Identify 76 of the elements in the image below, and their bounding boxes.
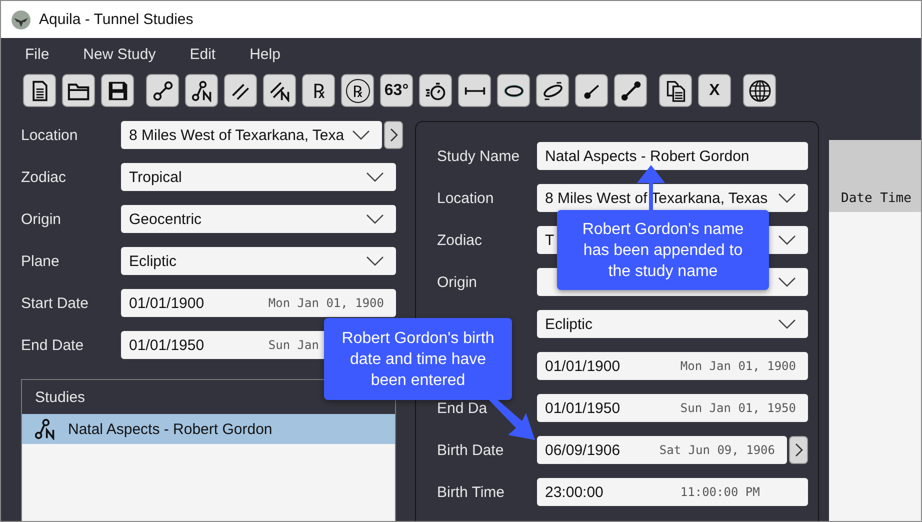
annotation-tooltip: Robert Gordon's name has been appended to the study name: [557, 210, 769, 290]
chevron-down-icon: [778, 277, 796, 287]
field-label: End Da: [437, 400, 488, 416]
eagle-icon: [11, 10, 31, 30]
field-label: Location: [437, 190, 495, 206]
menu-item[interactable]: New Study: [83, 46, 156, 72]
toolbar-button[interactable]: [575, 74, 608, 107]
input-field[interactable]: Natal Aspects - Robert Gordon: [537, 142, 808, 170]
toolbar-button[interactable]: [659, 74, 692, 107]
input-field[interactable]: 01/01/1950 Sun Jan 01, 1950: [537, 394, 808, 422]
dropdown[interactable]: Geocentric: [121, 205, 396, 233]
toolbar-button[interactable]: [62, 74, 95, 107]
link-n-icon: [34, 418, 56, 440]
study-item[interactable]: Natal Aspects - Robert Gordon: [22, 414, 395, 444]
input-field[interactable]: 01/01/1900 Mon Jan 01, 1900: [121, 289, 396, 317]
toolbar-button[interactable]: [419, 74, 452, 107]
field-label: Zodiac: [437, 232, 484, 248]
next-button[interactable]: [384, 121, 404, 149]
toolbar-button[interactable]: [23, 74, 56, 107]
toolbar-button[interactable]: [224, 74, 257, 107]
toolbar-button[interactable]: ℞: [302, 74, 335, 107]
link-n-icon: [190, 80, 212, 102]
chevron-down-icon: [366, 172, 384, 182]
annotation-tooltip: Robert Gordon's birth date and time have been entered: [324, 318, 512, 400]
chevron-down-icon: [778, 319, 796, 329]
toolbar-button[interactable]: ℞: [341, 74, 374, 107]
chevron-right-icon: [794, 443, 802, 457]
toolbar-button[interactable]: [614, 74, 647, 107]
window-title: Aquila - Tunnel Studies: [39, 11, 194, 28]
field-label: Plane: [21, 252, 60, 270]
chevron-down-icon: [366, 214, 384, 224]
field-label: End Date: [21, 336, 85, 354]
toolbar-button[interactable]: [458, 74, 491, 107]
toolbar-button[interactable]: 63°: [380, 74, 413, 107]
toolbar-button[interactable]: [146, 74, 179, 107]
field-label: Start Date: [21, 294, 90, 312]
dropdown[interactable]: Tropical: [121, 163, 396, 191]
field-label: Origin: [437, 274, 478, 290]
chevron-down-icon: [366, 256, 384, 266]
toolbar-button[interactable]: [101, 74, 134, 107]
dropdown[interactable]: Ecliptic: [121, 247, 396, 275]
field-label: Study Name: [437, 148, 521, 164]
field-label: Birth Time: [437, 484, 506, 500]
parallel-n-icon: [268, 80, 290, 102]
field-label: Zodiac: [21, 168, 68, 186]
toolbar-button[interactable]: [263, 74, 296, 107]
chevron-right-icon: [390, 128, 398, 142]
dropdown[interactable]: Ecliptic: [537, 310, 808, 338]
copy-icon: [664, 80, 686, 102]
panel-title: Studies: [35, 388, 86, 406]
menu-item[interactable]: Help: [250, 46, 280, 72]
toolbar-button[interactable]: X: [698, 74, 731, 107]
tilted-ellipse-icon: [540, 80, 564, 102]
chevron-down-icon: [352, 130, 370, 140]
dropdown[interactable]: 8 Miles West of Texarkana, Texas: [537, 184, 808, 212]
save-icon: [106, 80, 128, 102]
input-field[interactable]: 01/01/1900 Mon Jan 01, 1900: [537, 352, 808, 380]
toolbar-button[interactable]: [497, 74, 530, 107]
globe-icon: [748, 78, 772, 102]
menu-item[interactable]: Edit: [190, 46, 216, 72]
link-icon: [152, 80, 174, 102]
input-field[interactable]: 06/09/1906 Sat Jun 09, 1906: [537, 436, 787, 464]
toolbar-button[interactable]: [185, 74, 218, 107]
toolbar-button[interactable]: [743, 74, 776, 107]
input-field[interactable]: 23:00:00 11:00:00 PM: [537, 478, 808, 506]
column-header[interactable]: Date Time: [841, 191, 912, 206]
next-button[interactable]: [789, 436, 808, 464]
field-label: Birth Date: [437, 442, 505, 458]
menu-item[interactable]: File: [25, 46, 50, 72]
field-label: Origin: [21, 210, 62, 228]
chevron-down-icon: [778, 193, 796, 203]
chevron-down-icon: [778, 235, 796, 245]
toolbar-button[interactable]: [536, 74, 569, 107]
connected-dots-icon: [620, 80, 642, 102]
dropdown[interactable]: 8 Miles West of Texarkana, Texa: [121, 121, 382, 149]
field-label: Location: [21, 126, 79, 144]
